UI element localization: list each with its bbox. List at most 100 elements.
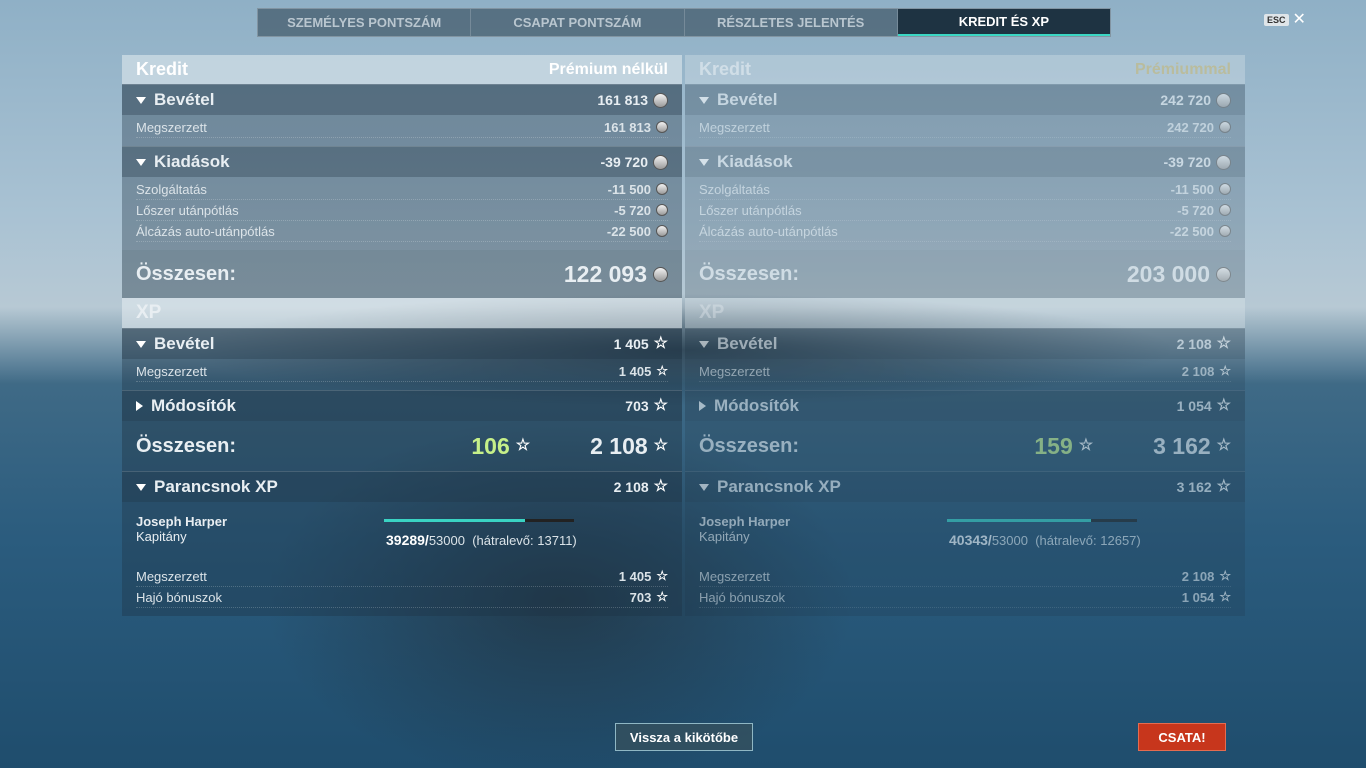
section-value: 2 108 (1176, 336, 1212, 352)
xp-header: XP (685, 298, 1245, 328)
section-label: Módosítók (714, 396, 799, 415)
commander-progress-text: 39289/53000 (hátralevő: 13711) (386, 532, 577, 548)
row-label: Lőszer utánpótlás (699, 202, 802, 218)
row-label: Megszerzett (699, 568, 770, 584)
section-value: 2 108 (613, 479, 649, 495)
row-value: -11 500 (607, 181, 651, 197)
section-label: Parancsnok XP (154, 477, 278, 496)
list-item: Megszerzett 2 108 ☆ (699, 361, 1231, 382)
row-label: Hajó bónuszok (699, 589, 785, 605)
commander-xp: 39289/ (386, 532, 429, 548)
credit-icon (653, 154, 668, 170)
xp-star-icon: ☆ (1216, 335, 1231, 352)
xp-star-icon: ☆ (653, 437, 668, 454)
xp-total: Összesen: 159 ☆ 3 162 ☆ (685, 421, 1245, 471)
section-label: Bevétel (717, 90, 778, 109)
modifiers-section[interactable]: Módosítók 1 054 ☆ (685, 390, 1245, 421)
list-item: Megszerzett 242 720 (699, 117, 1231, 138)
section-value: -39 720 (600, 154, 648, 170)
xp-star-icon: ☆ (656, 363, 668, 378)
xp-title: XP (136, 302, 162, 323)
commander-progress-bar (384, 519, 574, 522)
panel-premium: Kredit Prémiummal Bevétel 242 720 Megsze… (685, 55, 1245, 616)
row-label: Álcázás auto-utánpótlás (699, 223, 838, 239)
section-value: 242 720 (1160, 92, 1211, 108)
list-item: Álcázás auto-utánpótlás -22 500 (699, 221, 1231, 242)
credit-title: Kredit (699, 59, 752, 79)
xp-income-rows: Megszerzett 1 405 ☆ (122, 359, 682, 390)
xp-star-icon: ☆ (1219, 363, 1231, 378)
commander-xp: 40343/ (949, 532, 992, 548)
progress-fill (384, 519, 525, 522)
xp-income-rows: Megszerzett 2 108 ☆ (685, 359, 1245, 390)
xp-income-section[interactable]: Bevétel 1 405 ☆ (122, 328, 682, 359)
section-label: Parancsnok XP (717, 477, 841, 496)
row-value: 1 405 (618, 568, 652, 584)
xp-star-icon: ☆ (1219, 589, 1231, 604)
section-label: Kiadások (154, 152, 230, 171)
credit-icon (653, 266, 668, 282)
commander-info: Joseph Harper Kapitány 40343/53000 (hátr… (685, 502, 1245, 564)
tab-bar: SZEMÉLYES PONTSZÁM CSAPAT PONTSZÁM RÉSZL… (257, 8, 1111, 37)
section-label: Bevétel (717, 334, 778, 353)
credit-header: Kredit Prémiummal (685, 55, 1245, 84)
list-item: Álcázás auto-utánpótlás -22 500 (136, 221, 668, 242)
row-label: Megszerzett (136, 119, 207, 135)
credit-icon (653, 92, 668, 108)
progress-fill (947, 519, 1092, 522)
section-value: 3 162 (1176, 479, 1212, 495)
commander-info: Joseph Harper Kapitány 39289/53000 (hátr… (122, 502, 682, 564)
commander-xp-section[interactable]: Parancsnok XP 3 162 ☆ (685, 471, 1245, 502)
credit-total: Összesen: 122 093 (122, 250, 682, 298)
tab-detailed-report[interactable]: RÉSZLETES JELENTÉS (685, 9, 898, 36)
section-value: 161 813 (597, 92, 648, 108)
battle-button[interactable]: CSATA! (1138, 723, 1226, 751)
total-label: Összesen: (136, 434, 237, 457)
row-label: Lőszer utánpótlás (136, 202, 239, 218)
collapse-icon (136, 483, 146, 491)
credit-income-section[interactable]: Bevétel 161 813 (122, 84, 682, 115)
modifiers-section[interactable]: Módosítók 703 ☆ (122, 390, 682, 421)
xp-title: XP (699, 302, 725, 323)
xp-star-icon: ☆ (515, 437, 531, 454)
row-label: Szolgáltatás (136, 181, 207, 197)
credit-income-section[interactable]: Bevétel 242 720 (685, 84, 1245, 115)
premium-mode: Prémium nélkül (548, 60, 668, 78)
tab-personal-score[interactable]: SZEMÉLYES PONTSZÁM (258, 9, 472, 36)
credit-expenses-section[interactable]: Kiadások -39 720 (122, 146, 682, 177)
total-label: Összesen: (699, 434, 800, 457)
commander-rows: Megszerzett 2 108 ☆ Hajó bónuszok 1 054 ☆ (685, 564, 1245, 616)
total-xp-value: 2 108 (590, 432, 648, 459)
esc-key-label: ESC (1264, 14, 1289, 26)
expand-icon (699, 401, 706, 411)
credit-icon (656, 225, 668, 237)
close-button[interactable]: ESC ✕ (1264, 12, 1306, 28)
commander-progress-text: 40343/53000 (hátralevő: 12657) (949, 532, 1141, 548)
list-item: Lőszer utánpótlás -5 720 (699, 200, 1231, 221)
credit-income-rows: Megszerzett 242 720 (685, 115, 1245, 146)
list-item: Szolgáltatás -11 500 (136, 179, 668, 200)
tab-team-score[interactable]: CSAPAT PONTSZÁM (471, 9, 685, 36)
section-label: Módosítók (151, 396, 236, 415)
credit-header: Kredit Prémium nélkül (122, 55, 682, 84)
credit-income-rows: Megszerzett 161 813 (122, 115, 682, 146)
credit-expenses-rows: Szolgáltatás -11 500 Lőszer utánpótlás -5 … (122, 177, 682, 250)
xp-star-icon: ☆ (1216, 397, 1231, 414)
tab-credit-xp[interactable]: KREDIT ÉS XP (897, 9, 1110, 36)
total-value: 122 093 (563, 260, 647, 287)
collapse-icon (699, 483, 709, 491)
panel-no-premium: Kredit Prémium nélkül Bevétel 161 813 Me… (122, 55, 682, 616)
row-value: -5 720 (1177, 202, 1214, 218)
xp-income-section[interactable]: Bevétel 2 108 ☆ (685, 328, 1245, 359)
row-value: -22 500 (606, 223, 651, 239)
commander-xp-section[interactable]: Parancsnok XP 2 108 ☆ (122, 471, 682, 502)
back-to-port-button[interactable]: Vissza a kikötőbe (615, 723, 753, 751)
section-value: 1 405 (613, 336, 649, 352)
credit-icon (1216, 92, 1231, 108)
credit-icon (1219, 183, 1231, 195)
row-label: Álcázás auto-utánpótlás (136, 223, 275, 239)
credit-icon (1216, 154, 1231, 170)
xp-star-icon: ☆ (1219, 568, 1231, 583)
credit-expenses-section[interactable]: Kiadások -39 720 (685, 146, 1245, 177)
row-value: 161 813 (604, 119, 651, 135)
